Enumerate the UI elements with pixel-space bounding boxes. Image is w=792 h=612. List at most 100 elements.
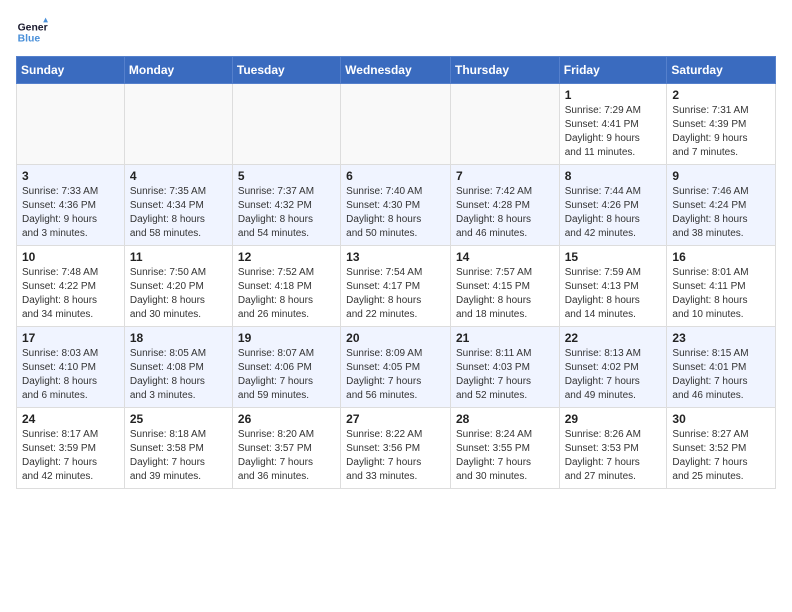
calendar-cell: 11 Sunrise: 7:50 AM Sunset: 4:20 PM Dayli… bbox=[124, 246, 232, 327]
logo-icon: General Blue bbox=[16, 16, 48, 48]
day-info: Sunrise: 7:42 AM Sunset: 4:28 PM Dayligh… bbox=[456, 185, 554, 241]
day-info: Sunrise: 8:11 AM Sunset: 4:03 PM Dayligh… bbox=[456, 347, 554, 403]
calendar-cell: 14 Sunrise: 7:57 AM Sunset: 4:15 PM Dayli… bbox=[450, 246, 559, 327]
day-info: Sunrise: 8:13 AM Sunset: 4:02 PM Dayligh… bbox=[565, 347, 662, 403]
calendar-cell: 18 Sunrise: 8:05 AM Sunset: 4:08 PM Dayli… bbox=[124, 327, 232, 408]
day-info: Sunrise: 7:52 AM Sunset: 4:18 PM Dayligh… bbox=[238, 266, 335, 322]
column-header-sunday: Sunday bbox=[17, 57, 125, 84]
day-info: Sunrise: 7:50 AM Sunset: 4:20 PM Dayligh… bbox=[130, 266, 227, 322]
svg-text:Blue: Blue bbox=[18, 34, 41, 45]
calendar-cell: 13 Sunrise: 7:54 AM Sunset: 4:17 PM Dayli… bbox=[341, 246, 451, 327]
calendar-cell bbox=[450, 84, 559, 165]
week-row-1: 1Sunrise: 7:29 AM Sunset: 4:41 PM Daylig… bbox=[17, 84, 776, 165]
day-info: Sunrise: 8:18 AM Sunset: 3:58 PM Dayligh… bbox=[130, 428, 227, 484]
calendar-cell bbox=[17, 84, 125, 165]
day-number: 6 bbox=[346, 169, 445, 183]
calendar-cell: 19 Sunrise: 8:07 AM Sunset: 4:06 PM Dayli… bbox=[232, 327, 340, 408]
calendar-header-row: SundayMondayTuesdayWednesdayThursdayFrid… bbox=[17, 57, 776, 84]
calendar-cell: 10Sunrise: 7:48 AM Sunset: 4:22 PM Dayli… bbox=[17, 246, 125, 327]
day-number: 27 bbox=[346, 412, 445, 426]
calendar-cell: 3 Sunrise: 7:33 AM Sunset: 4:36 PM Daylig… bbox=[17, 165, 125, 246]
day-info: Sunrise: 7:59 AM Sunset: 4:13 PM Dayligh… bbox=[565, 266, 662, 322]
day-number: 17 bbox=[22, 331, 119, 345]
day-info: Sunrise: 7:54 AM Sunset: 4:17 PM Dayligh… bbox=[346, 266, 445, 322]
column-header-saturday: Saturday bbox=[667, 57, 776, 84]
calendar-cell: 17Sunrise: 8:03 AM Sunset: 4:10 PM Dayli… bbox=[17, 327, 125, 408]
day-info: Sunrise: 8:22 AM Sunset: 3:56 PM Dayligh… bbox=[346, 428, 445, 484]
calendar-cell: 25 Sunrise: 8:18 AM Sunset: 3:58 PM Dayli… bbox=[124, 408, 232, 489]
day-number: 16 bbox=[672, 250, 770, 264]
calendar-cell: 21 Sunrise: 8:11 AM Sunset: 4:03 PM Dayli… bbox=[450, 327, 559, 408]
day-info: Sunrise: 7:33 AM Sunset: 4:36 PM Dayligh… bbox=[22, 185, 119, 241]
day-number: 15 bbox=[565, 250, 662, 264]
calendar-cell: 20Sunrise: 8:09 AM Sunset: 4:05 PM Dayli… bbox=[341, 327, 451, 408]
calendar-cell: 6 Sunrise: 7:40 AM Sunset: 4:30 PM Daylig… bbox=[341, 165, 451, 246]
day-info: Sunrise: 8:01 AM Sunset: 4:11 PM Dayligh… bbox=[672, 266, 770, 322]
calendar-cell: 9 Sunrise: 7:46 AM Sunset: 4:24 PM Daylig… bbox=[667, 165, 776, 246]
column-header-thursday: Thursday bbox=[450, 57, 559, 84]
day-info: Sunrise: 8:09 AM Sunset: 4:05 PM Dayligh… bbox=[346, 347, 445, 403]
day-number: 9 bbox=[672, 169, 770, 183]
calendar: SundayMondayTuesdayWednesdayThursdayFrid… bbox=[16, 56, 776, 489]
day-info: Sunrise: 7:37 AM Sunset: 4:32 PM Dayligh… bbox=[238, 185, 335, 241]
column-header-wednesday: Wednesday bbox=[341, 57, 451, 84]
day-number: 7 bbox=[456, 169, 554, 183]
day-number: 21 bbox=[456, 331, 554, 345]
day-number: 3 bbox=[22, 169, 119, 183]
day-number: 28 bbox=[456, 412, 554, 426]
svg-text:General: General bbox=[18, 22, 48, 33]
day-number: 4 bbox=[130, 169, 227, 183]
day-number: 19 bbox=[238, 331, 335, 345]
day-number: 13 bbox=[346, 250, 445, 264]
day-number: 11 bbox=[130, 250, 227, 264]
day-number: 8 bbox=[565, 169, 662, 183]
day-info: Sunrise: 7:48 AM Sunset: 4:22 PM Dayligh… bbox=[22, 266, 119, 322]
day-number: 29 bbox=[565, 412, 662, 426]
column-header-monday: Monday bbox=[124, 57, 232, 84]
day-number: 23 bbox=[672, 331, 770, 345]
week-row-3: 10Sunrise: 7:48 AM Sunset: 4:22 PM Dayli… bbox=[17, 246, 776, 327]
day-number: 2 bbox=[672, 88, 770, 102]
day-number: 26 bbox=[238, 412, 335, 426]
week-row-5: 24 Sunrise: 8:17 AM Sunset: 3:59 PM Dayli… bbox=[17, 408, 776, 489]
calendar-cell: 15 Sunrise: 7:59 AM Sunset: 4:13 PM Dayli… bbox=[559, 246, 667, 327]
day-number: 25 bbox=[130, 412, 227, 426]
calendar-cell: 29 Sunrise: 8:26 AM Sunset: 3:53 PM Dayli… bbox=[559, 408, 667, 489]
calendar-cell: 4 Sunrise: 7:35 AM Sunset: 4:34 PM Daylig… bbox=[124, 165, 232, 246]
calendar-cell bbox=[232, 84, 340, 165]
day-number: 24 bbox=[22, 412, 119, 426]
calendar-cell: 16 Sunrise: 8:01 AM Sunset: 4:11 PM Dayli… bbox=[667, 246, 776, 327]
day-number: 14 bbox=[456, 250, 554, 264]
calendar-cell: 2Sunrise: 7:31 AM Sunset: 4:39 PM Daylig… bbox=[667, 84, 776, 165]
calendar-cell: 22 Sunrise: 8:13 AM Sunset: 4:02 PM Dayli… bbox=[559, 327, 667, 408]
calendar-cell: 1Sunrise: 7:29 AM Sunset: 4:41 PM Daylig… bbox=[559, 84, 667, 165]
calendar-cell: 5Sunrise: 7:37 AM Sunset: 4:32 PM Daylig… bbox=[232, 165, 340, 246]
calendar-cell: 30Sunrise: 8:27 AM Sunset: 3:52 PM Dayli… bbox=[667, 408, 776, 489]
day-number: 12 bbox=[238, 250, 335, 264]
calendar-cell: 12 Sunrise: 7:52 AM Sunset: 4:18 PM Dayli… bbox=[232, 246, 340, 327]
day-info: Sunrise: 7:40 AM Sunset: 4:30 PM Dayligh… bbox=[346, 185, 445, 241]
day-number: 22 bbox=[565, 331, 662, 345]
calendar-cell bbox=[341, 84, 451, 165]
day-info: Sunrise: 8:07 AM Sunset: 4:06 PM Dayligh… bbox=[238, 347, 335, 403]
day-info: Sunrise: 8:24 AM Sunset: 3:55 PM Dayligh… bbox=[456, 428, 554, 484]
day-info: Sunrise: 8:26 AM Sunset: 3:53 PM Dayligh… bbox=[565, 428, 662, 484]
day-info: Sunrise: 7:35 AM Sunset: 4:34 PM Dayligh… bbox=[130, 185, 227, 241]
day-info: Sunrise: 7:57 AM Sunset: 4:15 PM Dayligh… bbox=[456, 266, 554, 322]
calendar-cell bbox=[124, 84, 232, 165]
page-header: General Blue bbox=[16, 16, 776, 48]
day-info: Sunrise: 8:20 AM Sunset: 3:57 PM Dayligh… bbox=[238, 428, 335, 484]
day-number: 1 bbox=[565, 88, 662, 102]
day-info: Sunrise: 8:05 AM Sunset: 4:08 PM Dayligh… bbox=[130, 347, 227, 403]
day-number: 30 bbox=[672, 412, 770, 426]
day-number: 18 bbox=[130, 331, 227, 345]
day-info: Sunrise: 8:15 AM Sunset: 4:01 PM Dayligh… bbox=[672, 347, 770, 403]
day-info: Sunrise: 7:46 AM Sunset: 4:24 PM Dayligh… bbox=[672, 185, 770, 241]
calendar-cell: 23 Sunrise: 8:15 AM Sunset: 4:01 PM Dayli… bbox=[667, 327, 776, 408]
column-header-friday: Friday bbox=[559, 57, 667, 84]
column-header-tuesday: Tuesday bbox=[232, 57, 340, 84]
day-info: Sunrise: 8:17 AM Sunset: 3:59 PM Dayligh… bbox=[22, 428, 119, 484]
week-row-4: 17Sunrise: 8:03 AM Sunset: 4:10 PM Dayli… bbox=[17, 327, 776, 408]
calendar-cell: 26 Sunrise: 8:20 AM Sunset: 3:57 PM Dayli… bbox=[232, 408, 340, 489]
calendar-cell: 27 Sunrise: 8:22 AM Sunset: 3:56 PM Dayli… bbox=[341, 408, 451, 489]
